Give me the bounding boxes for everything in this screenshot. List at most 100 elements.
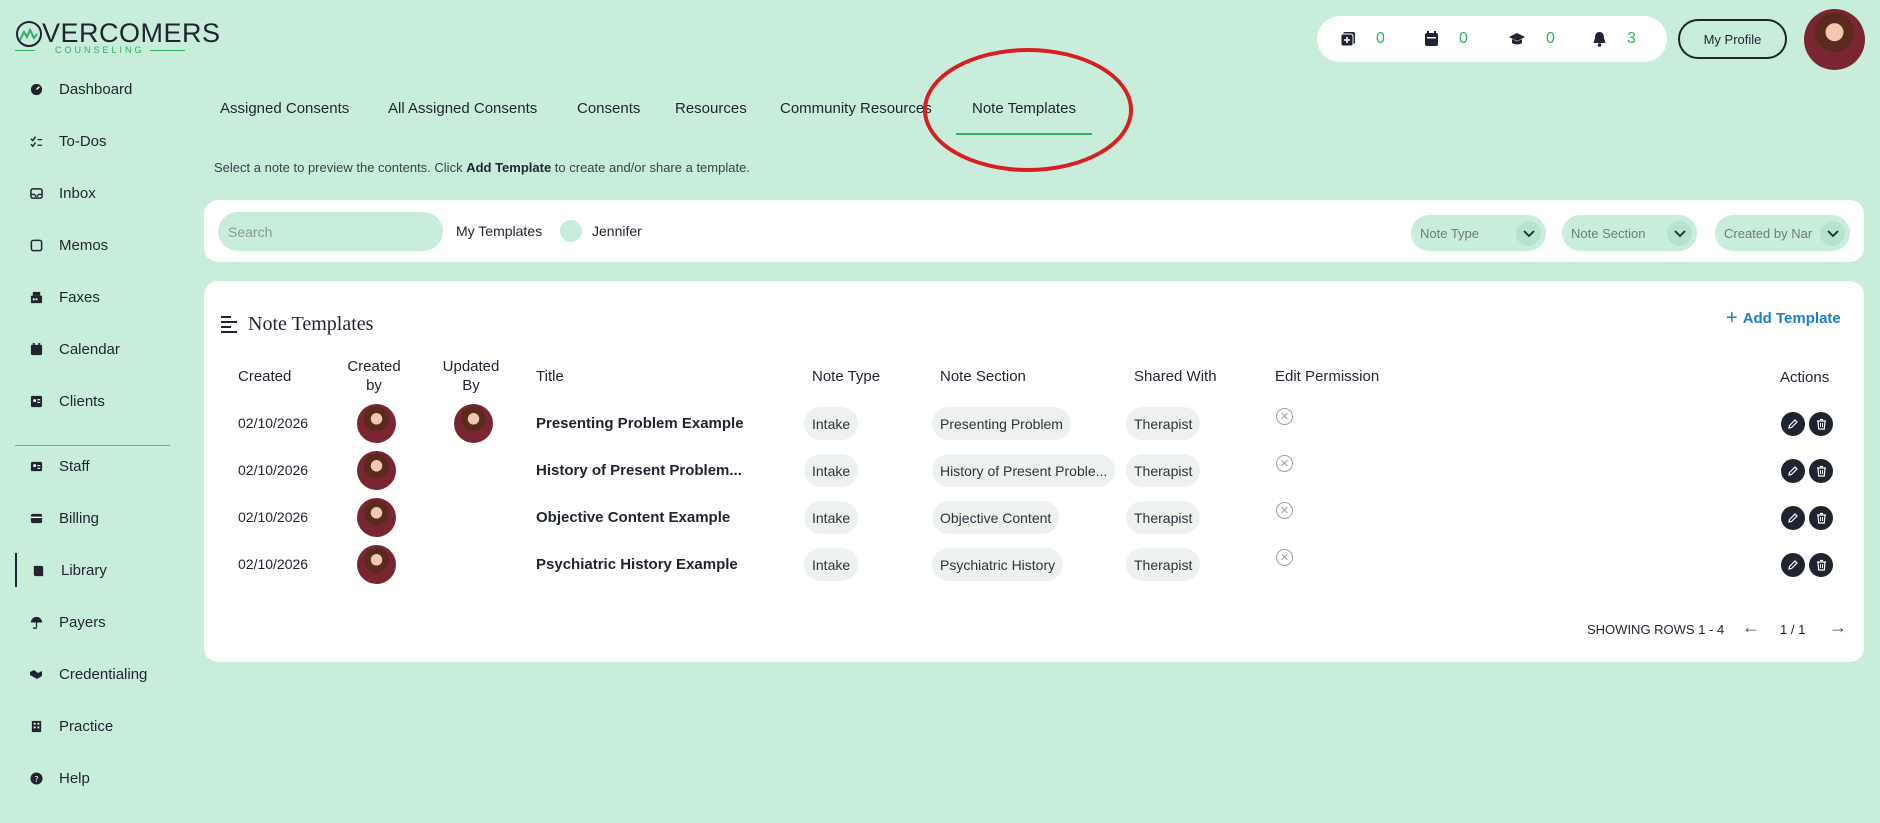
sidebar-item-clients[interactable]: Clients [15, 384, 172, 418]
stat-notifications[interactable]: 3 [1592, 30, 1636, 48]
delete-button[interactable] [1809, 506, 1833, 530]
edit-button[interactable] [1781, 459, 1805, 483]
sidebar-item-label: Inbox [59, 184, 96, 202]
table-row[interactable]: 02/10/2026 History of Present Problem... I… [204, 447, 1864, 494]
add-template-label: Add Template [1742, 310, 1841, 327]
add-note-icon [1340, 32, 1355, 47]
created-by-dropdown[interactable]: Created by Nar [1715, 215, 1850, 251]
cell-title[interactable]: Objective Content Example [536, 509, 730, 526]
stat-notifications-count: 3 [1627, 30, 1636, 47]
delete-button[interactable] [1809, 459, 1833, 483]
note-type-chip: Intake [804, 454, 859, 487]
sidebar-item-label: Staff [59, 457, 90, 475]
no-permission-icon: ✕ [1276, 455, 1293, 472]
header-stats-pill: 0 0 0 3 [1317, 16, 1667, 62]
edit-button[interactable] [1781, 412, 1805, 436]
user-avatar[interactable] [1804, 9, 1865, 70]
my-profile-button[interactable]: My Profile [1678, 19, 1787, 59]
sidebar-item-staff[interactable]: Staff [15, 449, 172, 483]
sidebar-item-to-dos[interactable]: To-Dos [15, 124, 172, 158]
app-logo[interactable]: VERCOMERS COUNSELING [15, 18, 220, 56]
pencil-icon [1788, 466, 1798, 476]
col-header-created-by[interactable]: Created by [344, 357, 404, 395]
svg-text:?: ? [34, 773, 38, 783]
pencil-icon [1788, 513, 1798, 523]
chevron-down-icon [1516, 221, 1541, 246]
stat-calendar[interactable]: 0 [1424, 30, 1468, 48]
calendar-icon [1425, 31, 1438, 46]
rows-count-text: SHOWING ROWS 1 - 4 [1587, 622, 1725, 637]
delete-button[interactable] [1809, 412, 1833, 436]
sidebar-item-label: Billing [59, 509, 100, 527]
tab-consents[interactable]: Consents [577, 100, 640, 117]
note-section-chip: History of Present Proble... [932, 454, 1116, 487]
sidebar-item-label: Help [59, 769, 90, 787]
col-header-created[interactable]: Created [238, 367, 291, 386]
tab-community-resources[interactable]: Community Resources [780, 100, 932, 117]
inbox-icon [29, 186, 43, 200]
created-by-avatar [357, 404, 396, 443]
created-by-avatar [357, 498, 396, 537]
cell-created: 02/10/2026 [238, 462, 309, 478]
sidebar-item-billing[interactable]: Billing [15, 501, 172, 535]
cell-created: 02/10/2026 [238, 509, 309, 525]
tab-note-templates[interactable]: Note Templates [956, 100, 1092, 135]
prev-page-arrow-icon[interactable]: ← [1742, 617, 1760, 638]
add-template-button[interactable]: + Add Template [1726, 307, 1841, 330]
shared-with-chip: Therapist [1126, 454, 1201, 487]
sidebar-item-label: Memos [59, 236, 109, 254]
note-type-dropdown[interactable]: Note Type [1411, 215, 1546, 251]
hint-text-bold: Add Template [466, 160, 552, 175]
trash-icon [1816, 465, 1826, 477]
table-row[interactable]: 02/10/2026 Objective Content Example Intak… [204, 494, 1864, 541]
note-type-chip: Intake [804, 548, 859, 581]
sidebar-item-memos[interactable]: Memos [15, 228, 172, 262]
sidebar-item-calendar[interactable]: Calendar [15, 332, 172, 366]
cell-title[interactable]: Psychiatric History Example [536, 556, 738, 573]
building-icon [29, 719, 43, 733]
col-header-note-type[interactable]: Note Type [812, 367, 880, 386]
sidebar-item-help[interactable]: ? Help [15, 761, 172, 795]
sidebar-item-label: Payers [59, 613, 106, 631]
tab-assigned-consents[interactable]: Assigned Consents [220, 100, 349, 117]
no-permission-icon: ✕ [1276, 549, 1293, 566]
help-icon: ? [29, 771, 43, 785]
edit-button[interactable] [1781, 553, 1805, 577]
tab-resources[interactable]: Resources [675, 100, 747, 117]
memo-icon [29, 238, 43, 252]
sidebar-item-practice[interactable]: Practice [15, 709, 172, 743]
delete-button[interactable] [1809, 553, 1833, 577]
cell-title[interactable]: Presenting Problem Example [536, 415, 744, 432]
sidebar-item-faxes[interactable]: Faxes [15, 280, 172, 314]
next-page-arrow-icon[interactable]: → [1829, 617, 1847, 638]
hint-text-end: to create and/or share a template. [551, 160, 750, 175]
sidebar-item-label: Faxes [59, 288, 100, 306]
col-header-note-section[interactable]: Note Section [940, 367, 1026, 386]
sidebar-item-credentialing[interactable]: Credentialing [15, 657, 172, 691]
toggle-user-label: Jennifer [592, 223, 642, 239]
list-align-icon [221, 316, 237, 333]
graduation-cap-icon [1509, 33, 1525, 45]
note-section-chip: Objective Content [932, 501, 1060, 534]
sidebar-item-library[interactable]: Library [15, 553, 172, 587]
table-row[interactable]: 02/10/2026 Psychiatric History Example Int… [204, 541, 1864, 588]
search-input[interactable] [218, 212, 443, 251]
my-templates-toggle[interactable] [560, 220, 582, 242]
cell-title[interactable]: History of Present Problem... [536, 462, 742, 479]
col-header-title[interactable]: Title [536, 367, 564, 386]
stat-notes[interactable]: 0 [1340, 30, 1385, 48]
col-header-updated-by[interactable]: Updated By [441, 357, 501, 395]
table-row[interactable]: 02/10/2026 Presenting Problem Example Inta… [204, 400, 1864, 447]
sidebar-item-inbox[interactable]: Inbox [15, 176, 172, 210]
fax-icon [29, 290, 43, 304]
edit-button[interactable] [1781, 506, 1805, 530]
stat-calendar-count: 0 [1459, 30, 1468, 47]
sidebar-item-dashboard[interactable]: Dashboard [15, 72, 172, 106]
note-section-dropdown[interactable]: Note Section [1562, 215, 1697, 251]
tab-all-assigned-consents[interactable]: All Assigned Consents [388, 100, 537, 117]
stat-courses[interactable]: 0 [1508, 30, 1555, 48]
hint-text-start: Select a note to preview the contents. C… [214, 160, 467, 175]
sidebar-item-payers[interactable]: Payers [15, 605, 172, 639]
col-header-edit-permission[interactable]: Edit Permission [1275, 367, 1379, 386]
col-header-shared-with[interactable]: Shared With [1134, 367, 1217, 386]
